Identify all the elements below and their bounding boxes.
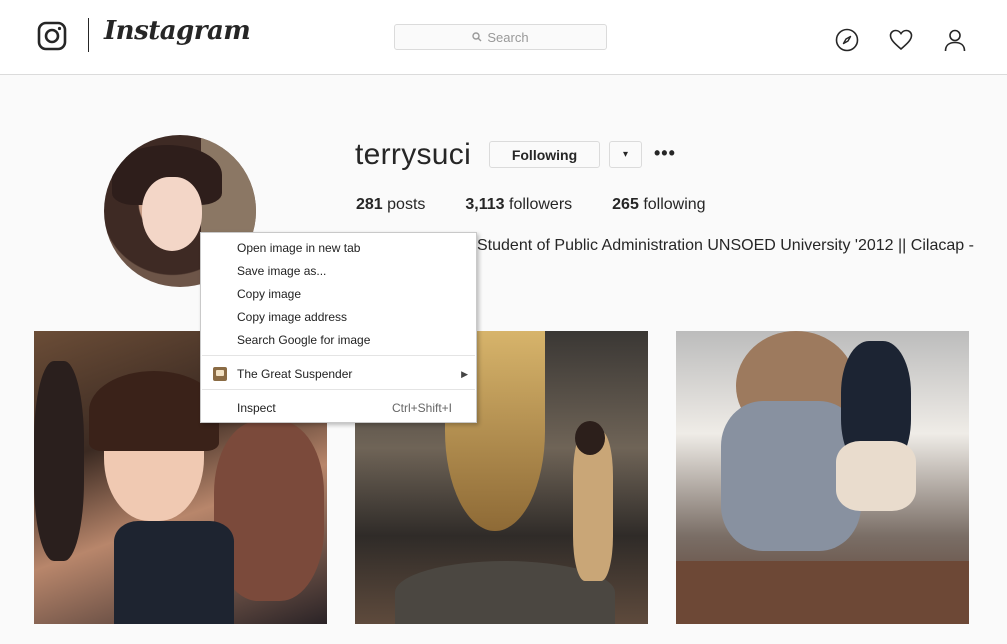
menu-separator — [202, 355, 475, 356]
avatar-face — [142, 177, 202, 251]
menu-item-save-image-as[interactable]: Save image as... — [201, 260, 476, 282]
photo-skirt — [836, 441, 916, 511]
followers-stat[interactable]: 3,113 followers — [465, 196, 572, 214]
posts-label: posts — [387, 196, 426, 213]
search-input[interactable]: Search — [394, 24, 607, 50]
activity-heart-icon[interactable] — [889, 28, 913, 52]
profile-stats: 281 posts 3,113 followers 265 following — [356, 196, 746, 214]
menu-item-label: Inspect — [237, 401, 276, 415]
menu-item-great-suspender[interactable]: The Great Suspender ▶ — [201, 363, 476, 385]
posts-stat: 281 posts — [356, 196, 425, 214]
menu-item-copy-image[interactable]: Copy image — [201, 283, 476, 305]
following-stat[interactable]: 265 following — [612, 196, 705, 214]
submenu-arrow-icon: ▶ — [461, 369, 468, 379]
posts-count: 281 — [356, 196, 383, 213]
profile-username: terrysuci — [355, 138, 472, 171]
photo-person — [34, 361, 84, 561]
more-options-icon[interactable]: ••• — [654, 143, 676, 164]
profile-person-icon[interactable] — [943, 28, 967, 52]
post-thumbnail[interactable] — [676, 331, 969, 624]
chevron-down-icon: ▾ — [622, 149, 629, 160]
menu-item-inspect[interactable]: Inspect Ctrl+Shift+I — [201, 397, 476, 419]
menu-item-shortcut: Ctrl+Shift+I — [391, 401, 452, 415]
top-nav-bar: Instagram Search — [0, 0, 1007, 75]
following-button[interactable]: Following — [489, 141, 600, 168]
search-placeholder: Search — [487, 29, 529, 45]
following-label: following — [643, 196, 706, 213]
suggestions-dropdown-button[interactable]: ▾ — [609, 141, 642, 168]
photo-hair — [575, 421, 605, 455]
followers-count: 3,113 — [465, 196, 505, 213]
browser-context-menu: Open image in new tab Save image as... C… — [200, 232, 477, 423]
menu-item-search-google-image[interactable]: Search Google for image — [201, 329, 476, 351]
menu-item-copy-image-address[interactable]: Copy image address — [201, 306, 476, 328]
extension-icon — [213, 367, 227, 381]
instagram-camera-icon[interactable] — [37, 21, 67, 51]
photo-floor — [676, 561, 969, 624]
menu-item-open-image-new-tab[interactable]: Open image in new tab — [201, 237, 476, 259]
profile-bio: Student of Public Administration UNSOED … — [477, 237, 974, 254]
search-icon — [472, 32, 482, 42]
menu-separator — [202, 389, 475, 390]
menu-item-label: The Great Suspender — [237, 367, 353, 381]
following-count: 265 — [612, 196, 639, 213]
photo-clothes — [114, 521, 234, 624]
logo-divider — [88, 18, 89, 52]
explore-compass-icon[interactable] — [835, 28, 859, 52]
instagram-wordmark[interactable]: Instagram — [104, 16, 251, 46]
followers-label: followers — [509, 196, 573, 213]
